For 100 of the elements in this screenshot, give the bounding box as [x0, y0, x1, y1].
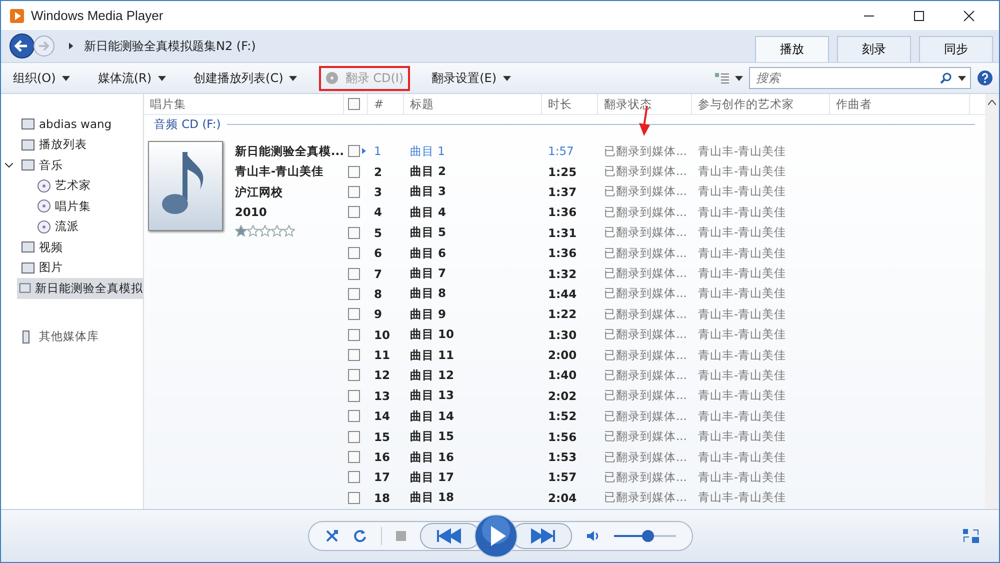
- track-checkbox[interactable]: [348, 430, 360, 443]
- track-checkbox[interactable]: [348, 369, 360, 382]
- tab[interactable]: 同步: [919, 36, 993, 62]
- track-title: 曲目 6: [409, 246, 448, 261]
- track-row[interactable]: 5 曲目 5 1:31 已翻录到媒体... 青山丰-青山美佳: [344, 222, 970, 243]
- track-artist: 青山丰-青山美佳: [697, 368, 788, 383]
- sidebar-item[interactable]: 图片: [1, 258, 143, 278]
- column-header[interactable]: 参与创作的艺术家: [692, 94, 830, 114]
- switch-view-icon[interactable]: [963, 529, 979, 543]
- track-row[interactable]: 9 曲目 9 1:22 已翻录到媒体... 青山丰-青山美佳: [344, 304, 970, 325]
- track-row[interactable]: 15 曲目 15 1:56 已翻录到媒体... 青山丰-青山美佳: [344, 426, 970, 447]
- disc-icon: [37, 220, 51, 234]
- track-title: 曲目 7: [409, 266, 448, 282]
- track-checkbox[interactable]: [348, 349, 360, 362]
- track-duration: 1:36: [547, 205, 578, 220]
- volume-icon[interactable]: [586, 530, 600, 542]
- play-button-icon[interactable]: [474, 514, 518, 558]
- view-options-icon[interactable]: [715, 72, 729, 84]
- rip-status: 已翻录到媒体...: [603, 470, 688, 485]
- star-icon: [258, 224, 271, 237]
- track-row[interactable]: 10 曲目 10 1:30 已翻录到媒体... 青山丰-青山美佳: [344, 324, 970, 345]
- track-number: 5: [373, 226, 384, 240]
- breadcrumb[interactable]: 新日能测验全真模拟题集N2 (F:): [84, 38, 256, 54]
- toolbar-menu-button[interactable]: 翻录设置(E): [426, 66, 517, 90]
- repeat-icon[interactable]: [352, 529, 366, 543]
- track-row[interactable]: 6 曲目 6 1:36 已翻录到媒体... 青山丰-青山美佳: [344, 242, 970, 264]
- toolbar-menu-button[interactable]: 创建播放列表(C): [188, 66, 304, 90]
- track-number: 13: [373, 388, 392, 403]
- back-button-icon[interactable]: [9, 33, 35, 59]
- track-checkbox[interactable]: [348, 471, 360, 484]
- track-row[interactable]: 1 曲目 1 1:57 已翻录到媒体... 青山丰-青山美佳: [344, 141, 970, 162]
- track-title: 曲目 5: [409, 225, 448, 240]
- track-title: 曲目 18: [409, 490, 456, 506]
- track-checkbox[interactable]: [348, 492, 360, 504]
- track-checkbox[interactable]: [348, 268, 360, 280]
- track-row[interactable]: 12 曲目 12 1:40 已翻录到媒体... 青山丰-青山美佳: [344, 365, 970, 386]
- search-box[interactable]: 搜索: [749, 67, 971, 89]
- caret-icon[interactable]: [735, 76, 743, 80]
- track-artist: 青山丰-青山美佳: [697, 246, 788, 261]
- column-header[interactable]: 唱片集: [144, 94, 344, 114]
- sidebar-item[interactable]: 新日能测验全真模拟: [17, 278, 143, 298]
- sidebar-item[interactable]: abdias wang: [1, 114, 143, 134]
- toolbar-menu-button[interactable]: 组织(O): [7, 66, 76, 90]
- sidebar-item[interactable]: 视频: [1, 237, 143, 258]
- track-checkbox[interactable]: [348, 145, 360, 158]
- track-row[interactable]: 3 曲目 3 1:37 已翻录到媒体... 青山丰-青山美佳: [344, 182, 970, 202]
- track-row[interactable]: 17 曲目 17 1:57 已翻录到媒体... 青山丰-青山美佳: [344, 467, 970, 488]
- track-row[interactable]: 16 曲目 16 1:53 已翻录到媒体... 青山丰-青山美佳: [344, 446, 970, 468]
- track-artist: 青山丰-青山美佳: [697, 408, 788, 424]
- track-title: 曲目 1: [409, 144, 446, 159]
- sidebar-item[interactable]: 播放列表: [1, 134, 143, 155]
- track-row[interactable]: 14 曲目 14 1:52 已翻录到媒体... 青山丰-青山美佳: [344, 406, 970, 426]
- track-checkbox[interactable]: [348, 308, 360, 320]
- track-checkbox[interactable]: [348, 226, 360, 239]
- column-header[interactable]: #: [368, 94, 404, 114]
- track-row[interactable]: 2 曲目 2 1:25 已翻录到媒体... 青山丰-青山美佳: [344, 161, 970, 182]
- tab[interactable]: 播放: [755, 36, 829, 62]
- volume-thumb[interactable]: [642, 530, 654, 542]
- track-checkbox[interactable]: [348, 186, 360, 198]
- track-row[interactable]: 11 曲目 11 2:00 已翻录到媒体... 青山丰-青山美佳: [344, 344, 970, 366]
- tab[interactable]: 刻录: [837, 36, 911, 62]
- rip-status: 已翻录到媒体...: [603, 348, 688, 363]
- caret-icon: [958, 76, 966, 80]
- column-header[interactable]: 标题: [404, 94, 542, 114]
- track-row[interactable]: 18 曲目 18 2:04 已翻录到媒体... 青山丰-青山美佳: [344, 488, 970, 508]
- track-checkbox[interactable]: [348, 410, 360, 422]
- track-row[interactable]: 8 曲目 8 1:44 已翻录到媒体... 青山丰-青山美佳: [344, 284, 970, 304]
- help-icon[interactable]: [977, 70, 993, 86]
- sidebar-item[interactable]: 音乐: [1, 155, 143, 176]
- track-row[interactable]: 4 曲目 4 1:36 已翻录到媒体... 青山丰-青山美佳: [344, 202, 970, 223]
- track-checkbox[interactable]: [348, 328, 360, 341]
- track-row[interactable]: 13 曲目 13 2:02 已翻录到媒体... 青山丰-青山美佳: [344, 386, 970, 406]
- scroll-up-icon[interactable]: [988, 100, 996, 105]
- scrollbar[interactable]: [985, 94, 999, 509]
- rip-status: 已翻录到媒体...: [603, 490, 688, 506]
- track-row[interactable]: 7 曲目 7 1:32 已翻录到媒体... 青山丰-青山美佳: [344, 263, 970, 284]
- column-header[interactable]: 时长: [542, 94, 598, 114]
- track-checkbox[interactable]: [348, 206, 360, 218]
- toolbar-menu-button[interactable]: 媒体流(R): [92, 66, 172, 90]
- shuffle-icon[interactable]: [324, 529, 338, 543]
- sidebar-item[interactable]: 唱片集: [1, 196, 143, 216]
- track-artist: 青山丰-青山美佳: [697, 286, 788, 302]
- close-icon[interactable]: [963, 10, 975, 22]
- sidebar-item[interactable]: 艺术家: [1, 176, 143, 196]
- column-header[interactable]: 作曲者: [830, 94, 970, 114]
- track-checkbox[interactable]: [348, 451, 360, 464]
- track-checkbox[interactable]: [348, 390, 360, 402]
- track-checkbox[interactable]: [348, 247, 360, 260]
- previous-button-icon[interactable]: [420, 523, 480, 549]
- track-number: 15: [373, 430, 392, 444]
- rip-status: 已翻录到媒体...: [603, 184, 688, 200]
- maximize-icon[interactable]: [913, 10, 925, 22]
- sidebar-item[interactable]: 其他媒体库: [1, 326, 143, 347]
- rip-status: 已翻录到媒体...: [603, 204, 688, 220]
- stop-icon[interactable]: [396, 531, 406, 541]
- sidebar-item[interactable]: 流派: [1, 216, 143, 237]
- track-duration: 1:57: [547, 144, 575, 158]
- track-checkbox[interactable]: [348, 288, 360, 300]
- select-all-checkbox[interactable]: [348, 98, 360, 110]
- track-checkbox[interactable]: [348, 166, 360, 178]
